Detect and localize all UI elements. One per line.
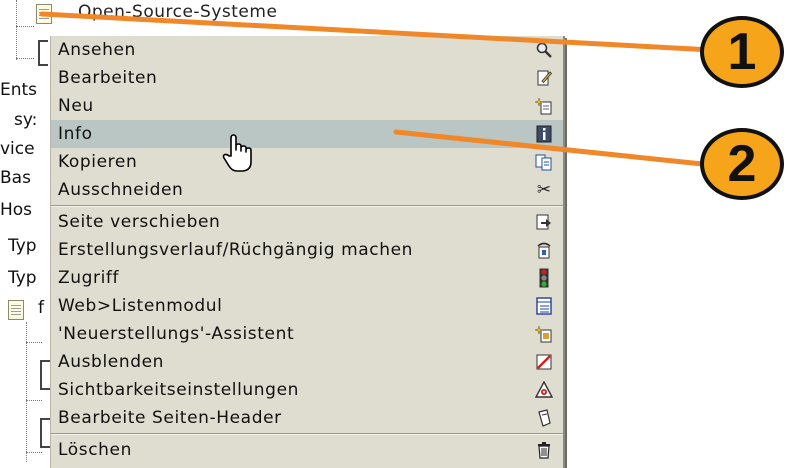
callout-badge-2: 2 xyxy=(700,128,784,200)
callout-line-2 xyxy=(393,129,715,168)
callout-badge-1: 1 xyxy=(700,16,784,88)
callout-lines xyxy=(39,11,715,168)
callout-line-1 xyxy=(39,11,715,53)
